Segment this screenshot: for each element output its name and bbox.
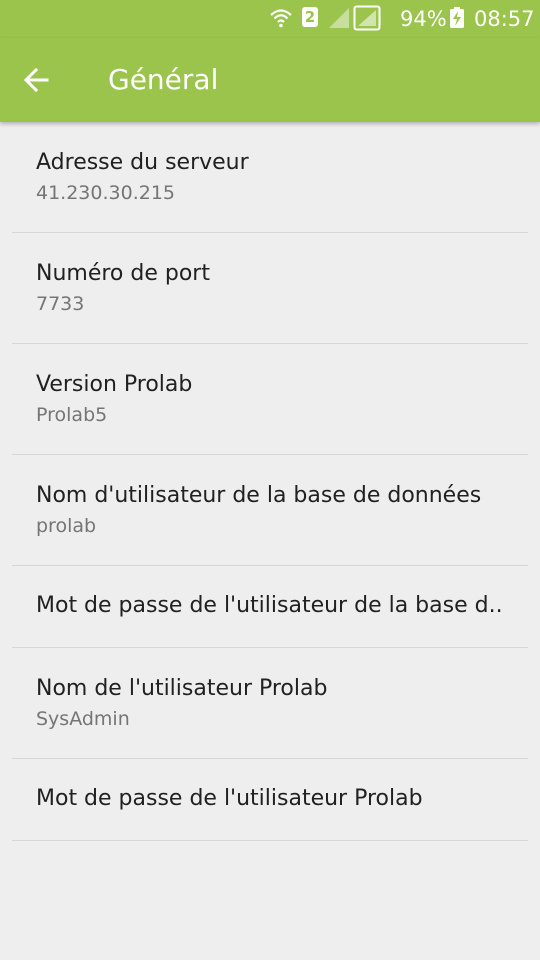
pref-title: Nom de l'utilisateur Prolab: [36, 676, 328, 701]
signal-strength-icon: [353, 5, 381, 31]
pref-summary: 7733: [36, 293, 85, 315]
pref-prolab-version[interactable]: Version Prolab Prolab5: [12, 344, 528, 455]
page-title: Général: [108, 63, 219, 96]
signal-strength-icon: [329, 8, 349, 28]
pref-prolab-username[interactable]: Nom de l'utilisateur Prolab SysAdmin: [12, 648, 528, 759]
pref-title: Nom d'utilisateur de la base de données: [36, 483, 482, 508]
pref-prolab-password[interactable]: Mot de passe de l'utilisateur Prolab: [12, 759, 528, 841]
sim-slot-badge: 2: [302, 7, 318, 27]
pref-summary: 41.230.30.215: [36, 182, 176, 204]
pref-summary: prolab: [36, 515, 97, 537]
pref-port-number[interactable]: Numéro de port 7733: [12, 233, 528, 344]
app-bar: Général: [0, 38, 540, 122]
wifi-icon: [270, 9, 292, 28]
pref-title: Version Prolab: [36, 372, 193, 397]
preference-list: Adresse du serveur 41.230.30.215 Numéro …: [12, 122, 528, 841]
battery-percent: 94%: [400, 7, 447, 31]
pref-server-address[interactable]: Adresse du serveur 41.230.30.215: [12, 122, 528, 233]
pref-summary: Prolab5: [36, 404, 108, 426]
pref-db-password[interactable]: Mot de passe de l'utilisateur de la base…: [12, 566, 528, 648]
status-bar: 2 94% 08:57: [0, 0, 540, 38]
pref-title: Adresse du serveur: [36, 150, 249, 175]
clock: 08:57: [474, 7, 535, 31]
back-button[interactable]: [14, 58, 58, 102]
pref-summary: SysAdmin: [36, 708, 130, 730]
pref-title: Mot de passe de l'utilisateur Prolab: [36, 786, 423, 811]
pref-db-username[interactable]: Nom d'utilisateur de la base de données …: [12, 455, 528, 566]
pref-title: Mot de passe de l'utilisateur de la base…: [36, 593, 503, 618]
arrow-left-icon: [23, 67, 49, 93]
battery-charging-icon: [450, 7, 464, 28]
pref-title: Numéro de port: [36, 261, 210, 286]
